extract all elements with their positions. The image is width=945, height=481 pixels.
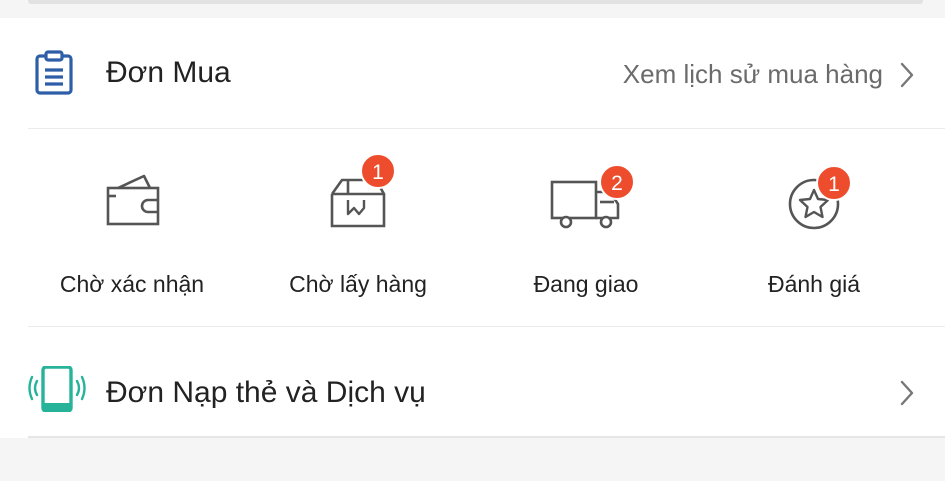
order-status-row: Chờ xác nhận 1 Chờ lấy hàng 2 Đang giao <box>0 128 945 326</box>
wallet-icon <box>106 174 160 226</box>
status-label: Chờ lấy hàng <box>289 271 427 297</box>
status-item-pending-confirmation[interactable]: Chờ xác nhận <box>14 128 250 326</box>
status-item-shipping[interactable]: 2 Đang giao <box>468 128 704 326</box>
bottom-strip <box>0 438 945 481</box>
notification-badge: 2 <box>599 164 635 200</box>
clipboard-icon <box>35 50 73 95</box>
notification-badge: 1 <box>816 165 852 201</box>
mobile-phone-icon <box>28 366 86 412</box>
section-divider <box>28 326 945 327</box>
purchase-history-link[interactable]: Xem lịch sử mua hàng <box>623 59 883 90</box>
services-title: Đơn Nạp thẻ và Dịch vụ <box>106 376 426 409</box>
status-label: Đánh giá <box>767 271 861 297</box>
chevron-right-icon <box>900 62 914 88</box>
status-item-review[interactable]: 1 Đánh giá <box>696 128 932 326</box>
status-label: Đang giao <box>533 271 639 297</box>
orders-card: Đơn Mua Xem lịch sử mua hàng Chờ xác nhậ… <box>0 18 945 438</box>
orders-title: Đơn Mua <box>106 56 231 89</box>
top-strip <box>0 0 945 18</box>
top-divider <box>28 0 923 4</box>
status-label: Chờ xác nhận <box>59 271 205 297</box>
orders-header-row[interactable]: Đơn Mua Xem lịch sử mua hàng <box>0 18 945 128</box>
chevron-right-icon <box>900 380 914 406</box>
notification-badge: 1 <box>360 153 396 189</box>
status-item-awaiting-pickup[interactable]: 1 Chờ lấy hàng <box>240 128 476 326</box>
services-row[interactable]: Đơn Nạp thẻ và Dịch vụ <box>0 328 945 438</box>
